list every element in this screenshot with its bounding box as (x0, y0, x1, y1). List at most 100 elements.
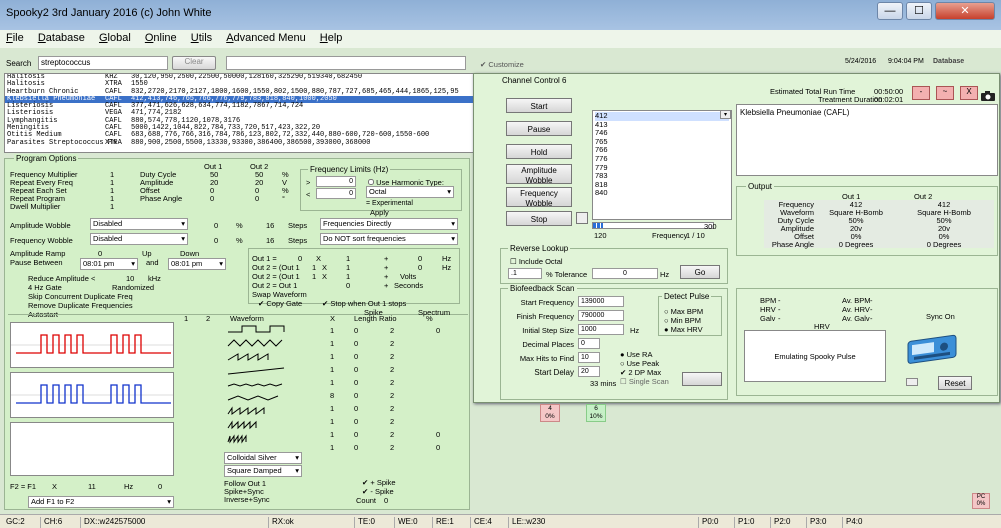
spike-cell[interactable]: 0 (354, 404, 358, 413)
freq-limit-min[interactable]: 0 (316, 176, 356, 187)
menu-help[interactable]: Help (314, 30, 348, 44)
pc-badge[interactable]: PC 0% (972, 493, 990, 509)
pause-button[interactable]: Pause (506, 121, 572, 136)
eq-value[interactable]: 1 (346, 263, 350, 272)
x-cell[interactable]: 1 (330, 365, 334, 374)
reduce-amp-value[interactable]: 10 (126, 274, 134, 283)
start-delay-input[interactable]: 20 (578, 366, 600, 377)
list-scroll-button[interactable]: ▾ (720, 110, 731, 119)
apply-label[interactable]: Apply (370, 208, 389, 217)
swap-waveform-checkbox[interactable]: Swap Waveform (252, 290, 307, 299)
list-item[interactable]: 413 (595, 120, 729, 130)
x-cell[interactable]: 1 (330, 430, 334, 439)
inverse-sync-option[interactable]: Inverse+Sync (224, 495, 270, 504)
use-peak-radio[interactable]: ○ Use Peak (620, 359, 659, 368)
spike-cell[interactable]: 0 (354, 417, 358, 426)
min-bpm-radio[interactable]: ○ Min BPM (664, 316, 701, 325)
reset-button[interactable]: Reset (938, 376, 972, 390)
list-item[interactable]: Halitosis KHZ 30,120,950,2500,22500,50000,… (5, 74, 491, 81)
spike-cell[interactable]: 0 (354, 326, 358, 335)
x-cell[interactable]: 8 (330, 391, 334, 400)
customize-checkbox[interactable]: ✔ Customize (480, 60, 524, 69)
x-cell[interactable]: 1 (330, 352, 334, 361)
randomized-checkbox[interactable]: Randomized (112, 283, 154, 292)
channel-badge-6[interactable]: 6 10% (586, 404, 606, 422)
out2-value[interactable]: 0 (255, 194, 259, 203)
camera-icon[interactable] (980, 90, 996, 102)
x-cell[interactable]: 1 (330, 339, 334, 348)
max-hrv-radio[interactable]: ● Max HRV (664, 325, 703, 334)
ratio-cell[interactable]: 2 (390, 391, 394, 400)
spectrum-cell[interactable]: 0 (436, 443, 440, 452)
eq-value[interactable]: 0 (418, 263, 422, 272)
eq-value[interactable]: 1 (312, 272, 316, 281)
close-button[interactable]: ✕ (935, 2, 995, 20)
spike-cell[interactable]: 0 (354, 443, 358, 452)
pause-end-select[interactable]: 08:01 pm (168, 258, 226, 270)
list-item[interactable]: Listeriosis VEGA 471,774,2182 (5, 110, 491, 118)
finish-frequency-input[interactable]: 790000 (578, 310, 624, 321)
channel-close-button[interactable]: X (960, 86, 978, 100)
eq-value[interactable]: 1 (346, 272, 350, 281)
max-hits-input[interactable]: 10 (578, 352, 600, 363)
stop-button[interactable]: Stop (506, 211, 572, 226)
menu-advanced[interactable]: Advanced Menu (220, 30, 311, 44)
x-cell[interactable]: 1 (330, 378, 334, 387)
include-octal-checkbox[interactable]: ☐ Include Octal (510, 257, 563, 266)
minus-spike-checkbox[interactable]: ✔ - Spike (362, 487, 394, 496)
clear-button[interactable]: Clear (172, 56, 216, 70)
eq-value[interactable]: 1 (346, 254, 350, 263)
lookup-hz-input[interactable]: 0 (592, 268, 658, 279)
skip-duplicate-checkbox[interactable]: Skip Concurrent Duplicate Freq (28, 292, 133, 301)
remove-duplicate-checkbox[interactable]: Remove Duplicate Frequencies (28, 301, 133, 310)
channel-badge-4[interactable]: 4 0% (540, 404, 560, 422)
pause-start-select[interactable]: 08:01 pm (80, 258, 138, 270)
single-scan-checkbox[interactable]: ☐ Single Scan (620, 377, 669, 386)
x-cell[interactable]: 1 (330, 404, 334, 413)
list-item[interactable]: 776 (595, 154, 729, 164)
list-item[interactable]: 766 (595, 146, 729, 155)
frequency-wobble-button[interactable]: Frequency Wobble (506, 187, 572, 208)
menu-utils[interactable]: Utils (185, 30, 217, 44)
max-bpm-radio[interactable]: ○ Max BPM (664, 307, 703, 316)
freq-limit-max[interactable]: 0 (316, 188, 356, 199)
ratio-cell[interactable]: 2 (390, 326, 394, 335)
decimal-places-input[interactable]: 0 (578, 338, 600, 349)
ratio-cell[interactable]: 2 (390, 404, 394, 413)
spike-cell[interactable]: 0 (354, 352, 358, 361)
freq-wobble-pct[interactable]: 0 (214, 236, 218, 245)
search-input[interactable]: streptococcus (38, 56, 168, 70)
spike-cell[interactable]: 0 (354, 391, 358, 400)
x-cell[interactable]: 1 (330, 326, 334, 335)
menu-file[interactable]: File (0, 30, 29, 44)
stop-out1-checkbox[interactable]: ✔ Stop when Out 1 stops (322, 299, 406, 308)
frequency-list[interactable]: 412 413 746 765 766 776 779 783 818 840 (592, 110, 732, 220)
freq-sort-select[interactable]: Frequencies Directly (320, 218, 458, 230)
x-cell[interactable]: 1 (330, 443, 334, 452)
freq-sort-select-2[interactable]: Do NOT sort frequencies (320, 233, 458, 245)
list-item[interactable]: 783 (595, 172, 729, 181)
amplitude-wobble-button[interactable]: Amplitude Wobble (506, 164, 572, 185)
gate-checkbox[interactable]: 4 Hz Gate (28, 283, 62, 292)
ratio-cell[interactable]: 2 (390, 339, 394, 348)
eq-value[interactable]: 0 (418, 254, 422, 263)
channel-maximize-button[interactable]: ~ (936, 86, 954, 100)
colloidal-silver-select[interactable]: Colloidal Silver (224, 452, 302, 464)
amp-ramp-value[interactable]: 0 (98, 249, 102, 258)
eq-value[interactable]: 0 (346, 281, 350, 290)
channel-minus-button[interactable]: - (912, 86, 930, 100)
list-item-selected[interactable]: 412 (595, 111, 729, 121)
spike-cell[interactable]: 0 (354, 365, 358, 374)
option-value[interactable]: 1 (110, 202, 114, 211)
list-item[interactable]: 840 (595, 189, 729, 198)
add-f1-f2-select[interactable]: Add F1 to F2 (28, 496, 174, 508)
x-cell[interactable]: 1 (330, 417, 334, 426)
amp-wobble-select[interactable]: Disabled (90, 218, 188, 230)
program-list[interactable]: Halitosis KHZ 30,120,950,2500,22500,50000,… (4, 73, 492, 153)
f2-offset[interactable]: 0 (158, 482, 162, 491)
amp-wobble-pct[interactable]: 0 (214, 221, 218, 230)
plus-spike-checkbox[interactable]: ✔ + Spike (362, 478, 396, 487)
amp-wobble-steps[interactable]: 16 (266, 221, 274, 230)
scan-button[interactable] (682, 372, 722, 386)
go-button[interactable]: Go (680, 265, 720, 279)
